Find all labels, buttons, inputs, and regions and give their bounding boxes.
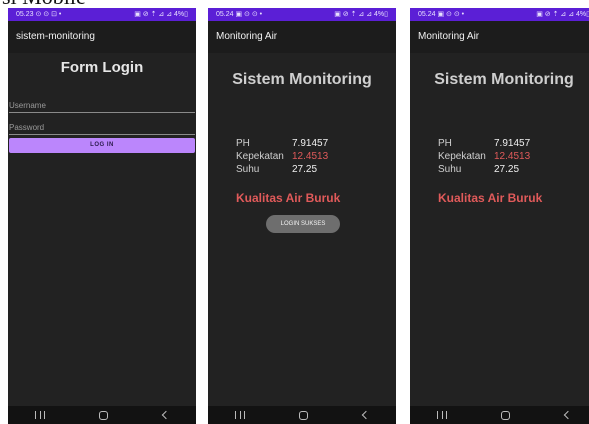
turbidity-row: Kepekatan 12.4513 <box>438 150 530 163</box>
temp-row: Suhu 27.25 <box>438 163 530 176</box>
monitoring-content: Sistem Monitoring PH 7.91457 Kepekatan 1… <box>410 53 589 406</box>
password-field <box>9 117 195 136</box>
nav-bar <box>410 406 589 424</box>
status-indicators: ▣ ⊘ ⇡ ⊿ ⊿ 4%▯ <box>134 11 188 18</box>
readings-panel: PH 7.91457 Kepekatan 12.4513 Suhu 27.25 <box>236 137 328 176</box>
form-title: Form Login <box>60 59 144 76</box>
nav-back-icon[interactable] <box>361 410 371 420</box>
status-time: 05.23 ⊙ ⊙ ⊡ • <box>16 11 62 18</box>
phone-monitoring-toast: 05.24 ▣ ⊙ ⊙ • ▣ ⊘ ⇡ ⊿ ⊿ 4%▯ Monitoring A… <box>208 8 396 424</box>
status-bar: 05.23 ⊙ ⊙ ⊡ • ▣ ⊘ ⇡ ⊿ ⊿ 4%▯ <box>8 8 196 21</box>
turbidity-label: Kepekatan <box>438 151 486 162</box>
page-heading: si Mobile <box>2 0 86 8</box>
monitoring-title: Sistem Monitoring <box>434 71 574 88</box>
nav-home-icon[interactable] <box>501 410 511 420</box>
temp-row: Suhu 27.25 <box>236 163 328 176</box>
nav-recents-icon[interactable] <box>437 411 448 419</box>
status-bar: 05.24 ▣ ⊙ ⊙ • ▣ ⊘ ⇡ ⊿ ⊿ 4%▯ <box>410 8 589 21</box>
turbidity-label: Kepekatan <box>236 151 284 162</box>
nav-recents-icon[interactable] <box>235 411 246 419</box>
monitoring-title: Sistem Monitoring <box>232 71 372 88</box>
nav-recents-icon[interactable] <box>35 411 46 419</box>
username-input[interactable] <box>9 97 195 114</box>
status-indicators: ▣ ⊘ ⇡ ⊿ ⊿ 4%▯ <box>536 11 589 18</box>
ph-label: PH <box>438 138 452 149</box>
nav-back-icon[interactable] <box>563 410 573 420</box>
nav-home-icon[interactable] <box>299 410 309 420</box>
status-indicators: ▣ ⊘ ⇡ ⊿ ⊿ 4%▯ <box>334 11 388 18</box>
turbidity-value: 12.4513 <box>292 151 329 162</box>
app-bar-title: Monitoring Air <box>410 21 589 53</box>
nav-home-icon[interactable] <box>99 410 109 420</box>
temp-value: 27.25 <box>292 164 318 175</box>
app-bar-title: Monitoring Air <box>208 21 396 53</box>
login-success-toast: LOGIN SUKSES <box>266 215 340 233</box>
ph-value: 7.91457 <box>292 138 329 149</box>
password-input[interactable] <box>9 119 195 136</box>
login-button[interactable]: LOG IN <box>9 138 195 153</box>
nav-back-icon[interactable] <box>161 410 171 420</box>
temp-value: 27.25 <box>494 164 520 175</box>
status-bar: 05.24 ▣ ⊙ ⊙ • ▣ ⊘ ⇡ ⊿ ⊿ 4%▯ <box>208 8 396 21</box>
monitoring-content: Sistem Monitoring PH 7.91457 Kepekatan 1… <box>208 53 396 406</box>
phone-login-screen: 05.23 ⊙ ⊙ ⊡ • ▣ ⊘ ⇡ ⊿ ⊿ 4%▯ sistem-monit… <box>8 8 196 424</box>
status-time: 05.24 ▣ ⊙ ⊙ • <box>418 11 465 18</box>
ph-label: PH <box>236 138 250 149</box>
ph-row: PH 7.91457 <box>236 137 328 150</box>
temp-label: Suhu <box>236 164 260 175</box>
phone-monitoring: 05.24 ▣ ⊙ ⊙ • ▣ ⊘ ⇡ ⊿ ⊿ 4%▯ Monitoring A… <box>410 8 589 424</box>
nav-bar <box>8 406 196 424</box>
ph-row: PH 7.91457 <box>438 137 530 150</box>
login-content: Form Login LOG IN <box>8 53 196 406</box>
app-bar-title: sistem-monitoring <box>8 21 196 53</box>
water-quality-status: Kualitas Air Buruk <box>438 191 543 205</box>
username-field <box>9 95 195 114</box>
turbidity-value: 12.4513 <box>494 151 531 162</box>
water-quality-status: Kualitas Air Buruk <box>236 191 341 205</box>
nav-bar <box>208 406 396 424</box>
status-time: 05.24 ▣ ⊙ ⊙ • <box>216 11 263 18</box>
turbidity-row: Kepekatan 12.4513 <box>236 150 328 163</box>
readings-panel: PH 7.91457 Kepekatan 12.4513 Suhu 27.25 <box>438 137 530 176</box>
ph-value: 7.91457 <box>494 138 531 149</box>
temp-label: Suhu <box>438 164 462 175</box>
